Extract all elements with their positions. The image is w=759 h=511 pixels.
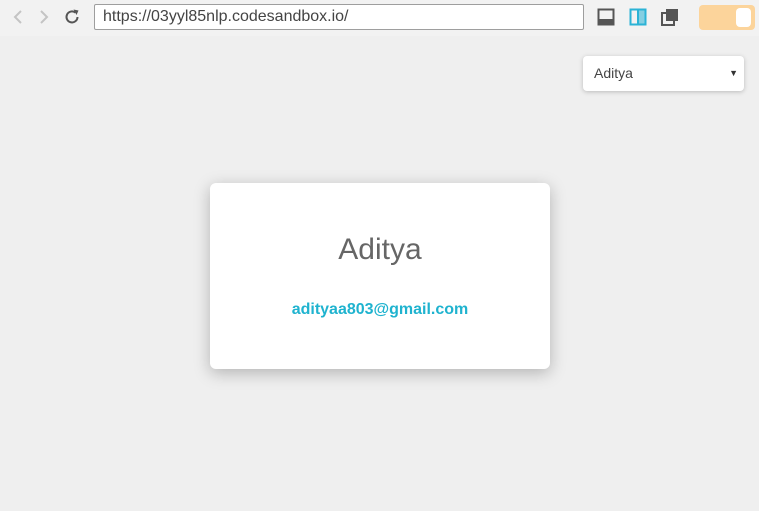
profile-card: Aditya adityaa803@gmail.com — [210, 183, 550, 369]
user-select-value: Aditya — [594, 65, 633, 81]
url-bar[interactable]: https://03yyl85nlp.codesandbox.io/ — [94, 4, 584, 30]
profile-email[interactable]: adityaa803@gmail.com — [210, 301, 550, 319]
reload-button[interactable] — [62, 7, 82, 27]
gallery-button[interactable] — [660, 7, 680, 27]
back-icon — [13, 10, 22, 24]
user-select[interactable]: Aditya ▼ — [583, 56, 744, 91]
browser-toolbar: https://03yyl85nlp.codesandbox.io/ — [0, 0, 759, 36]
split-view-button[interactable] — [628, 7, 648, 27]
profile-name: Aditya — [338, 233, 422, 266]
forward-button[interactable] — [34, 7, 54, 27]
split-view-icon — [629, 8, 647, 26]
back-button[interactable] — [8, 7, 28, 27]
gallery-icon — [661, 9, 678, 26]
reload-icon — [65, 9, 79, 24]
toggle-switch[interactable] — [699, 5, 755, 30]
toggle-knob — [736, 8, 751, 27]
forward-icon — [40, 10, 49, 24]
chevron-down-icon: ▼ — [729, 68, 738, 78]
console-panel-button[interactable] — [596, 7, 616, 27]
console-panel-icon — [597, 8, 615, 26]
